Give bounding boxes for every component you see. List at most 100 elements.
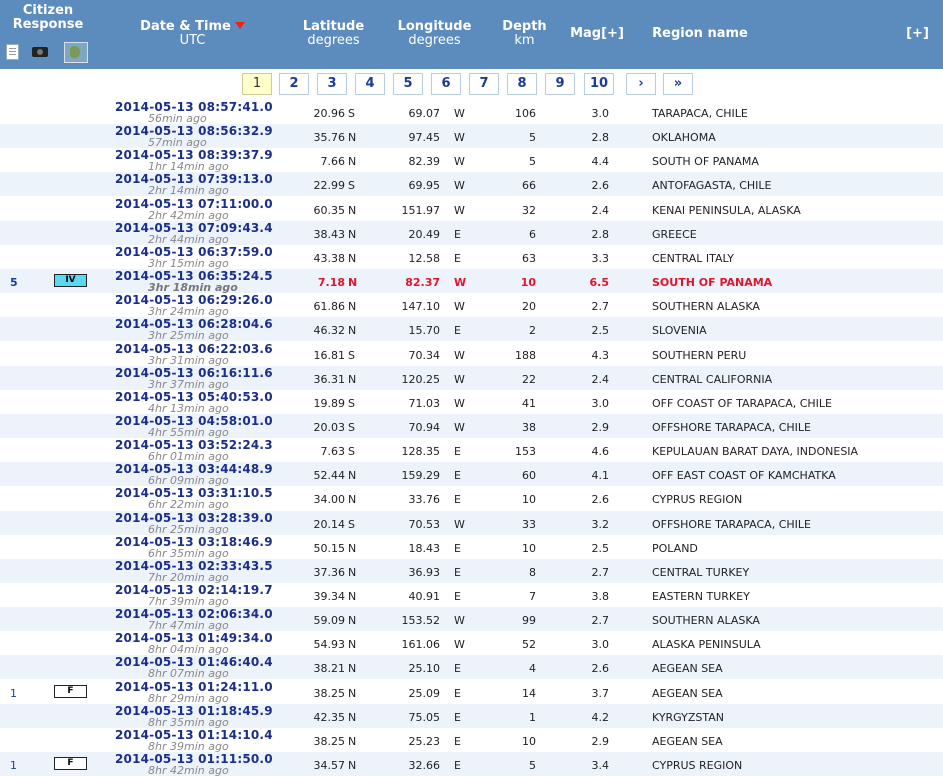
document-icon[interactable]: [6, 44, 19, 60]
page-10-button[interactable]: 10: [584, 73, 614, 95]
time-ago: 7hr 39min ago: [148, 595, 229, 608]
region-name: CYPRUS REGION: [652, 759, 743, 773]
camera-icon[interactable]: [32, 47, 48, 57]
magnitude-value: 3.8: [591, 590, 610, 603]
depth-heading[interactable]: Depth km: [492, 20, 557, 48]
table-row[interactable]: 2014-05-13 06:37:59.0 3hr 15min ago 43.38 N…: [0, 245, 943, 270]
table-row[interactable]: 2014-05-13 02:14:19.7 7hr 39min ago 39.34 N…: [0, 583, 943, 608]
depth-value: 8: [529, 565, 536, 579]
longitude-hemisphere: E: [454, 493, 461, 507]
depth-value: 1: [529, 710, 536, 724]
table-row[interactable]: 2014-05-13 01:18:45.9 8hr 35min ago 42.35 N…: [0, 703, 943, 729]
page-1-button[interactable]: 1: [242, 73, 272, 95]
table-row[interactable]: 2014-05-13 03:52:24.3 6hr 01min ago 7.63 S 1…: [0, 438, 943, 463]
latitude-hemisphere: N: [348, 759, 357, 773]
longitude-value: 69.07: [408, 107, 441, 120]
page-5-button[interactable]: 5: [393, 73, 423, 95]
time-ago: 8hr 39min ago: [148, 739, 229, 753]
intensity-badge[interactable]: F: [54, 684, 87, 698]
intensity-badge[interactable]: F: [54, 757, 87, 771]
longitude-hemisphere: W: [454, 107, 465, 120]
table-row[interactable]: 2014-05-13 06:29:26.0 3hr 24min ago 61.86 N…: [0, 293, 943, 318]
magnitude-value: 2.9: [591, 420, 610, 434]
page-6-button[interactable]: 6: [431, 73, 461, 95]
time-ago: 3hr 25min ago: [148, 329, 229, 343]
longitude-value: 147.10: [401, 300, 441, 314]
table-row[interactable]: 2014-05-13 02:06:34.0 7hr 47min ago 59.09 N…: [0, 607, 943, 632]
page-3-button[interactable]: 3: [317, 73, 347, 95]
table-row[interactable]: 2014-05-13 03:44:48.9 6hr 09min ago 52.44 N…: [0, 462, 943, 487]
depth-value: 5: [529, 759, 536, 773]
citizen-count[interactable]: 5: [10, 276, 18, 289]
magnitude-value: 6.5: [589, 276, 610, 290]
magnitude-heading[interactable]: Mag[+]: [562, 27, 632, 41]
longitude-hemisphere: W: [454, 203, 465, 217]
table-row[interactable]: 1 2014-05-13 01:11:50.0 8hr 42min ago 34.57…: [0, 752, 943, 777]
longitude-heading[interactable]: Longitude degrees: [392, 20, 477, 48]
page-7-button[interactable]: 7: [469, 73, 499, 95]
table-row[interactable]: 2014-05-13 08:56:32.9 57min ago 35.76 N 97.4…: [0, 124, 943, 149]
page-9-button[interactable]: 9: [545, 73, 575, 95]
map-icon[interactable]: [64, 42, 88, 63]
latitude-value: 38.21: [313, 662, 346, 676]
magnitude-value: 2.6: [591, 179, 610, 193]
latitude-value: 43.38: [313, 251, 346, 265]
region-name: ALASKA PENINSULA: [652, 638, 761, 652]
latitude-heading[interactable]: Latitude degrees: [296, 20, 371, 48]
region-name: GREECE: [652, 227, 697, 241]
table-row[interactable]: 2014-05-13 01:46:40.4 8hr 07min ago 38.21 N…: [0, 655, 943, 680]
next-page-button[interactable]: ›: [626, 73, 656, 95]
latitude-value: 35.76: [313, 131, 346, 145]
table-row[interactable]: 1 2014-05-13 01:24:11.0 8hr 29min ago 38.25…: [0, 680, 943, 705]
table-row[interactable]: 2014-05-13 07:39:13.0 2hr 14min ago 22.99 S…: [0, 172, 943, 198]
intensity-badge[interactable]: IV: [54, 274, 87, 288]
region-name: OFFSHORE TARAPACA, CHILE: [652, 420, 811, 434]
date-time-heading[interactable]: Date & Time UTC: [110, 20, 275, 48]
time-ago: 3hr 31min ago: [148, 353, 229, 367]
magnitude-value: 3.4: [591, 759, 610, 773]
page-2-button[interactable]: 2: [279, 73, 309, 95]
depth-value: 2: [529, 324, 536, 338]
expand-columns-button[interactable]: [+]: [895, 27, 940, 41]
table-row[interactable]: 2014-05-13 04:58:01.0 4hr 55min ago 20.03 S…: [0, 413, 943, 439]
table-row[interactable]: 2014-05-13 03:18:46.9 6hr 35min ago 50.15 N…: [0, 535, 943, 560]
table-row[interactable]: 2014-05-13 05:40:53.0 4hr 13min ago 19.89 S…: [0, 390, 943, 415]
table-row[interactable]: 2014-05-13 08:57:41.0 56min ago 20.96 S 69.0…: [0, 100, 943, 125]
region-heading[interactable]: Region name: [640, 27, 760, 41]
page-4-button[interactable]: 4: [355, 73, 385, 95]
citizen-count[interactable]: 1: [10, 687, 17, 700]
table-row[interactable]: 2014-05-13 01:49:34.0 8hr 04min ago 54.93 N…: [0, 631, 943, 656]
table-row[interactable]: 2014-05-13 06:22:03.6 3hr 31min ago 16.81 S…: [0, 342, 943, 367]
depth-value: 188: [515, 348, 536, 362]
table-row[interactable]: 2014-05-13 03:28:39.0 6hr 25min ago 20.14 S…: [0, 510, 943, 536]
depth-value: 5: [529, 155, 536, 169]
longitude-value: 120.25: [401, 372, 441, 386]
magnitude-value: 2.7: [591, 614, 610, 628]
citizen-response-heading: Citizen Response: [12, 3, 84, 32]
pagination: 1 2 3 4 5 6 7 8 9 10 › »: [0, 69, 943, 100]
latitude-value: 38.43: [313, 227, 346, 241]
depth-value: 52: [522, 638, 536, 652]
magnitude-value: 2.7: [591, 300, 610, 314]
table-row[interactable]: 2014-05-13 06:16:11.6 3hr 37min ago 36.31 N…: [0, 365, 943, 391]
table-row[interactable]: 2014-05-13 01:14:10.4 8hr 39min ago 38.25 N…: [0, 728, 943, 753]
table-row[interactable]: 2014-05-13 07:11:00.0 2hr 42min ago 60.35 N…: [0, 197, 943, 222]
time-ago: 2hr 14min ago: [148, 184, 229, 198]
sort-desc-icon[interactable]: [234, 22, 245, 29]
latitude-hemisphere: S: [348, 420, 355, 434]
table-row[interactable]: 2014-05-13 07:09:43.4 2hr 44min ago 38.43 N…: [0, 220, 943, 246]
region-name: OFF EAST COAST OF KAMCHATKA: [652, 469, 836, 483]
last-page-button[interactable]: »: [663, 73, 693, 95]
table-row[interactable]: 5 2014-05-13 06:35:24.5 3hr 18min ago 7.18 N…: [0, 269, 943, 294]
magnitude-value: 4.2: [591, 710, 610, 724]
table-row[interactable]: 2014-05-13 03:31:10.5 6hr 22min ago 34.00 N…: [0, 486, 943, 511]
longitude-value: 97.45: [408, 131, 441, 145]
citizen-count[interactable]: 1: [10, 759, 17, 772]
table-row[interactable]: 2014-05-13 02:33:43.5 7hr 20min ago 37.36 N…: [0, 558, 943, 584]
latitude-hemisphere: N: [348, 565, 357, 579]
depth-value: 20: [522, 300, 536, 314]
table-row[interactable]: 2014-05-13 08:39:37.9 1hr 14min ago 7.66 N 8…: [0, 148, 943, 173]
page-8-button[interactable]: 8: [507, 73, 537, 95]
longitude-value: 70.94: [408, 420, 441, 434]
table-row[interactable]: 2014-05-13 06:28:04.6 3hr 25min ago 46.32 N…: [0, 317, 943, 343]
